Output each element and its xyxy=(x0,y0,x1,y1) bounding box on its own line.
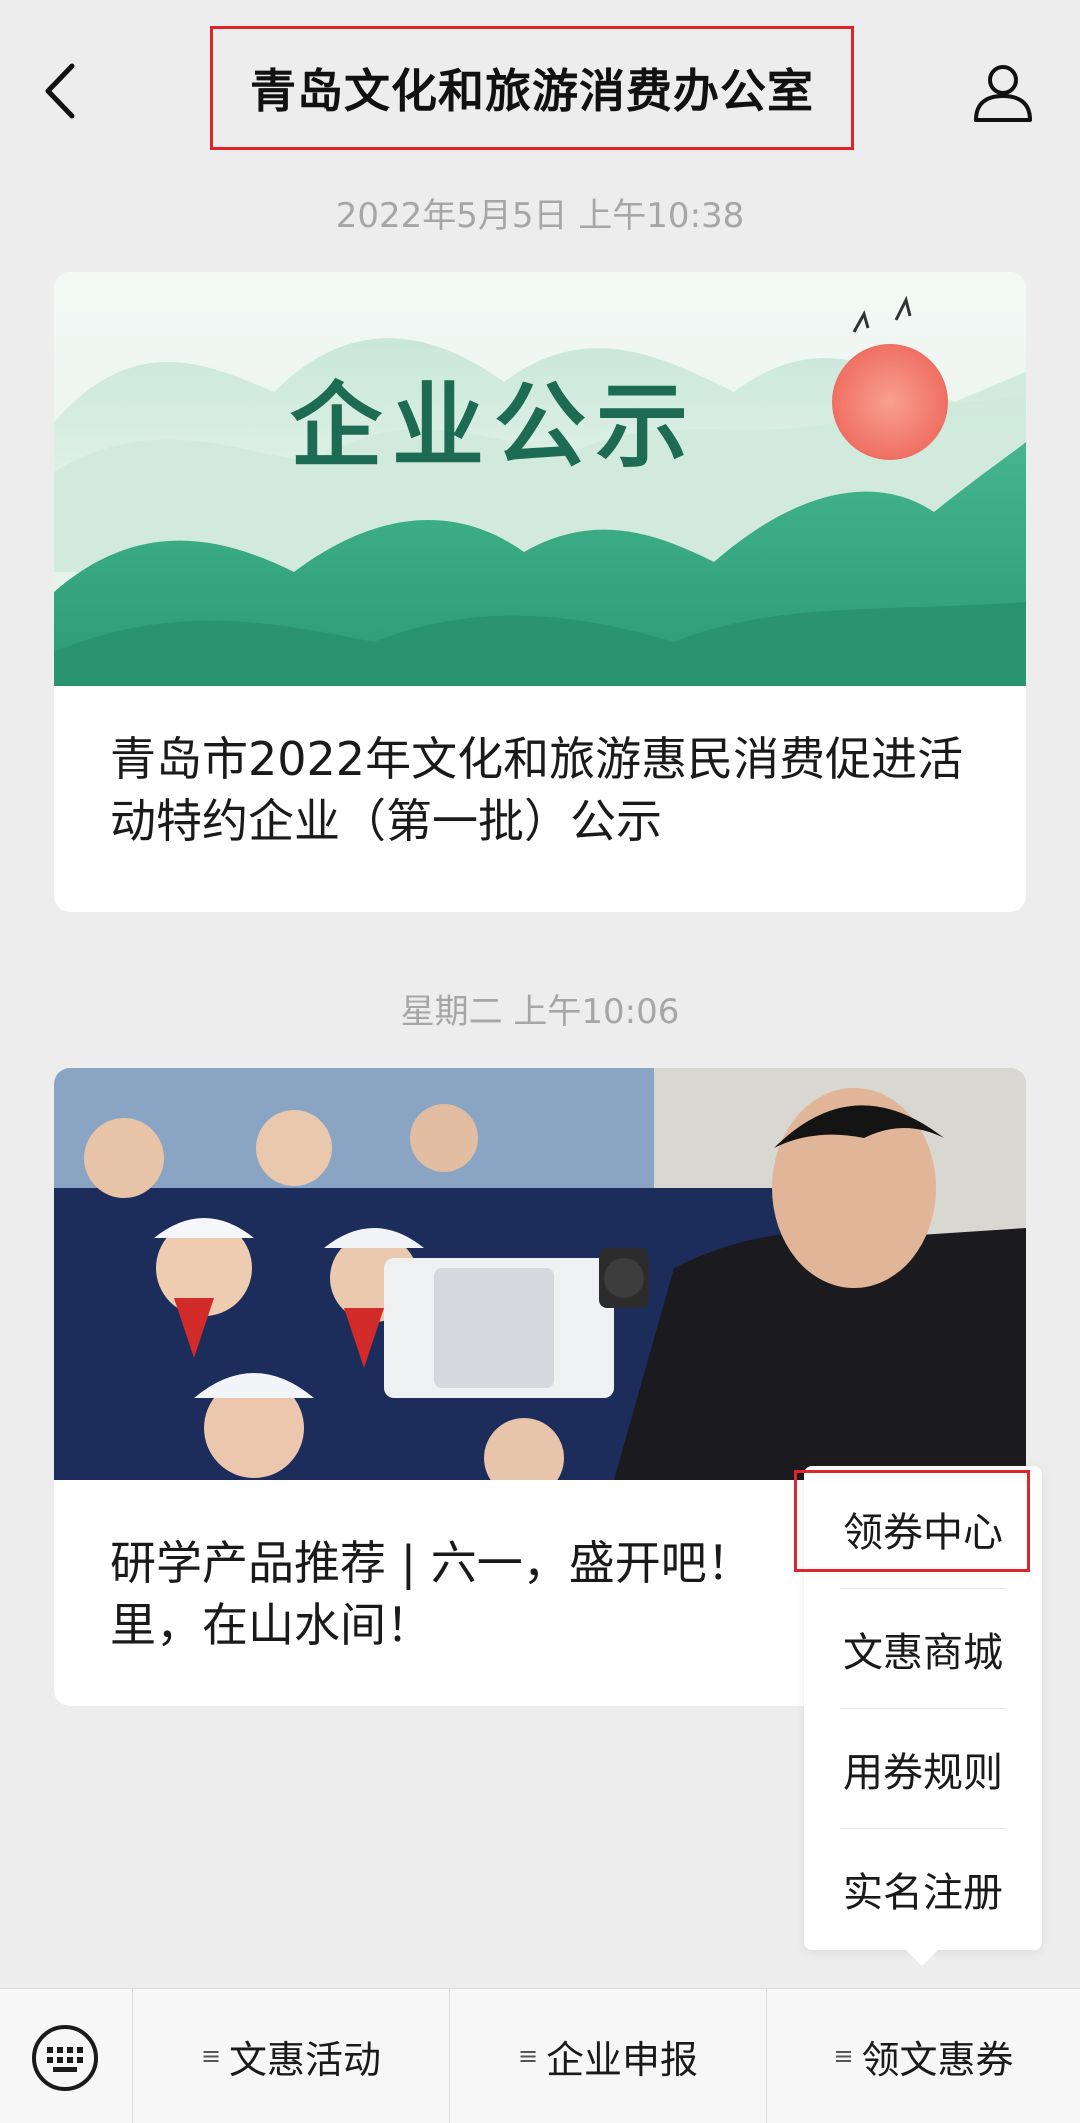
menu-button-enterprise-application[interactable]: ≡ 企业申报 xyxy=(450,1989,766,2123)
profile-icon[interactable] xyxy=(970,58,1036,124)
menu-item-mall[interactable]: 文惠商城 xyxy=(804,1590,1042,1708)
menu-list-icon: ≡ xyxy=(833,2042,854,2070)
menu-item-coupon-rules[interactable]: 用券规则 xyxy=(804,1710,1042,1828)
bottom-menu-bar: ≡ 文惠活动 ≡ 企业申报 ≡ 领文惠券 xyxy=(0,1988,1080,2123)
banner-text: 企业公示 xyxy=(290,372,699,480)
menu-button-activities[interactable]: ≡ 文惠活动 xyxy=(133,1989,449,2123)
title-highlight-box: 青岛文化和旅游消费办公室 xyxy=(210,26,854,150)
back-chevron-icon[interactable] xyxy=(38,62,86,120)
menu-item-real-name-registration[interactable]: 实名注册 xyxy=(804,1830,1042,1948)
menu-divider xyxy=(840,1708,1006,1709)
top-nav-bar: 青岛文化和旅游消费办公室 xyxy=(0,0,1080,180)
menu-button-label: 企业申报 xyxy=(546,2037,699,2082)
message-timestamp: 2022年5月5日 上午10:38 xyxy=(335,196,745,236)
menu-button-label: 领文惠券 xyxy=(861,2037,1014,2082)
keyboard-icon[interactable] xyxy=(30,2023,100,2093)
menu-button-get-coupons[interactable]: ≡ 领文惠券 xyxy=(767,1989,1080,2123)
message-timestamp: 星期二 上午10:06 xyxy=(400,992,680,1032)
menu-list-icon: ≡ xyxy=(517,2042,539,2070)
article-title: 研学产品推荐 | 六一，盛开吧！里，在山水间！ xyxy=(110,1536,753,1652)
article-card[interactable]: 企业公示 青岛市2022年文化和旅游惠民消费促进活动特约企业（第一批）公示 xyxy=(54,272,1026,912)
article-cover-photo xyxy=(54,1068,1026,1480)
coupon-center-highlight xyxy=(794,1470,1030,1572)
article-title: 青岛市2022年文化和旅游惠民消费促进活动特约企业（第一批）公示 xyxy=(110,732,964,848)
menu-divider xyxy=(840,1828,1006,1829)
popup-pointer xyxy=(904,1948,940,1966)
menu-divider xyxy=(840,1588,1006,1589)
menu-button-label: 文惠活动 xyxy=(229,2037,382,2082)
menu-list-icon: ≡ xyxy=(200,2042,222,2070)
page-title: 青岛文化和旅游消费办公室 xyxy=(250,64,814,118)
